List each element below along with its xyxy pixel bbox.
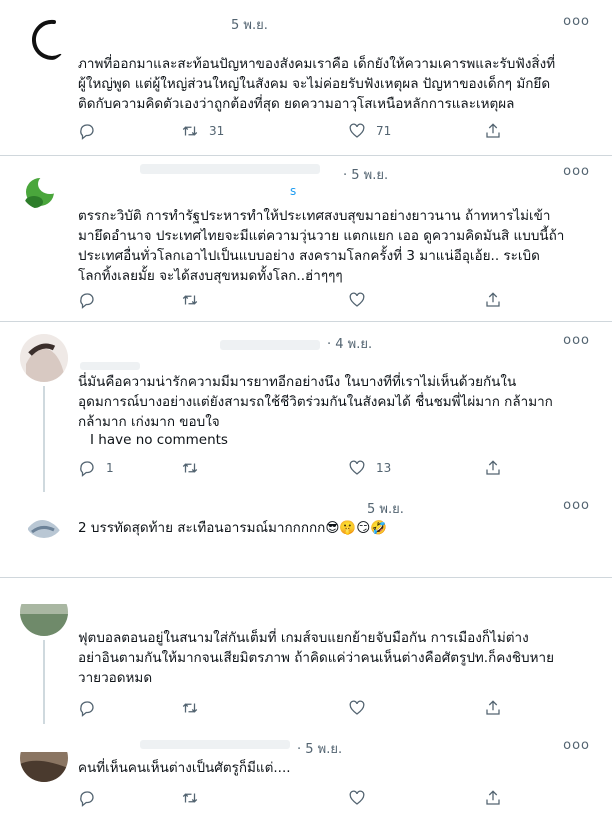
tweet-text: คนที่เห็นคนเห็นต่างเป็นศัตรูก็มีแต่.... [78, 760, 291, 776]
like-icon [349, 460, 365, 475]
tweet-text: 2 บรรทัดสุดท้าย สะเทือนอารมณ์มากกกกก😎🤫😏🤣 [78, 520, 388, 536]
like-button[interactable]: 13 [348, 458, 391, 478]
avatar[interactable] [20, 588, 68, 636]
retweet-icon [182, 793, 198, 803]
retweet-button[interactable] [181, 290, 209, 310]
more-options-icon[interactable]: ooo [563, 333, 590, 348]
more-options-icon[interactable]: ooo [563, 498, 590, 513]
tweet-actions [78, 788, 508, 808]
share-button[interactable] [484, 698, 502, 718]
reply-icon [80, 791, 94, 807]
avatar-image [20, 740, 68, 782]
thread-line [43, 640, 45, 724]
tweet-text: ฟุตบอลตอนอยู่ในสนามใส่กันเต็มที่ เกมส์จบ… [78, 630, 555, 686]
share-button[interactable] [484, 788, 502, 808]
share-icon [486, 460, 500, 475]
avatar-image [28, 520, 62, 538]
retweet-count: 31 [209, 124, 225, 138]
avatar[interactable] [20, 14, 68, 62]
more-options-icon[interactable]: ooo [563, 14, 590, 29]
tweet-actions: 1 13 [78, 458, 508, 478]
tweet-actions [78, 698, 508, 718]
blurred-username [140, 164, 320, 174]
tweet-card[interactable]: · 4 พ.ย. ooo นี่มันคือความน่ารักความมีมา… [0, 322, 612, 492]
tweet-card[interactable]: 5 พ.ย. ooo ภาพที่ออกมาและสะท้อนปัญหาของส… [0, 0, 612, 156]
retweet-button[interactable] [181, 788, 209, 808]
retweet-button[interactable]: 31 [181, 121, 224, 141]
like-icon [349, 700, 365, 715]
reply-icon [80, 461, 94, 477]
retweet-icon [182, 703, 198, 713]
tweet-date[interactable]: · 4 พ.ย. [327, 333, 372, 354]
blurred-username [80, 362, 140, 370]
retweet-icon [182, 463, 198, 473]
like-button[interactable]: 71 [348, 121, 391, 141]
reply-button[interactable] [78, 290, 106, 310]
reply-icon [80, 124, 94, 140]
like-button[interactable] [348, 788, 376, 808]
like-count: 13 [376, 461, 392, 475]
share-icon [486, 123, 500, 138]
avatar[interactable] [20, 734, 68, 782]
avatar[interactable] [24, 498, 64, 538]
retweet-button[interactable] [181, 458, 209, 478]
avatar-image [25, 174, 62, 208]
tweet-date[interactable]: · 5 พ.ย. [343, 164, 388, 185]
reply-icon [80, 701, 94, 717]
tweet-card[interactable]: · 5 พ.ย. ooo s ตรรกะวิบัติ การทำรัฐประหา… [0, 156, 612, 322]
tweet-actions [78, 290, 508, 310]
like-button[interactable] [348, 290, 376, 310]
tweet-subtext: I have no comments [90, 432, 228, 448]
tweet-text: ภาพที่ออกมาและสะท้อนปัญหาของสังคมเราคือ … [78, 56, 556, 112]
reply-button[interactable] [78, 788, 106, 808]
more-options-icon[interactable]: ooo [563, 164, 590, 179]
avatar-image [20, 594, 68, 636]
tweet-actions: 31 71 [78, 121, 508, 141]
reply-button[interactable] [78, 121, 106, 141]
avatar-image [32, 19, 62, 60]
like-icon [349, 790, 365, 805]
avatar-image [20, 334, 68, 382]
thread-line [43, 386, 45, 492]
share-icon [486, 292, 500, 307]
retweet-icon [182, 126, 198, 136]
tweet-text: ตรรกะวิบัติ การทำรัฐประหารทำให้ประเทศสงบ… [78, 208, 565, 284]
more-options-icon[interactable]: ooo [563, 738, 590, 753]
blurred-username [140, 740, 290, 749]
share-button[interactable] [484, 458, 502, 478]
tweet-card[interactable]: 5 พ.ย. ooo 2 บรรทัดสุดท้าย สะเทือนอารมณ์… [0, 492, 612, 578]
tweet-card[interactable]: ฟุตบอลตอนอยู่ในสนามใส่กันเต็มที่ เกมส์จบ… [0, 578, 612, 724]
share-icon [486, 790, 500, 805]
like-icon [349, 123, 365, 138]
like-count: 71 [376, 124, 392, 138]
avatar[interactable] [20, 162, 68, 210]
reply-button[interactable] [78, 698, 106, 718]
blurred-username [220, 340, 320, 350]
retweet-icon [182, 295, 198, 305]
like-button[interactable] [348, 698, 376, 718]
tweet-text: นี่มันคือความน่ารักความมีมารยาทอีกอย่างน… [78, 374, 553, 430]
tweet-date[interactable]: · 5 พ.ย. [297, 738, 342, 759]
reply-button[interactable]: 1 [78, 458, 114, 478]
tweet-card[interactable]: · 5 พ.ย. ooo คนที่เห็นคนเห็นต่างเป็นศัตร… [0, 724, 612, 816]
reply-icon [80, 293, 94, 309]
reply-count: 1 [106, 461, 114, 475]
handle-fragment: s [290, 184, 297, 198]
share-button[interactable] [484, 121, 502, 141]
avatar[interactable] [20, 334, 68, 382]
tweet-date[interactable]: 5 พ.ย. [367, 498, 404, 519]
retweet-button[interactable] [181, 698, 209, 718]
share-button[interactable] [484, 290, 502, 310]
tweet-date[interactable]: 5 พ.ย. [231, 14, 268, 35]
like-icon [349, 292, 365, 307]
share-icon [486, 700, 500, 715]
